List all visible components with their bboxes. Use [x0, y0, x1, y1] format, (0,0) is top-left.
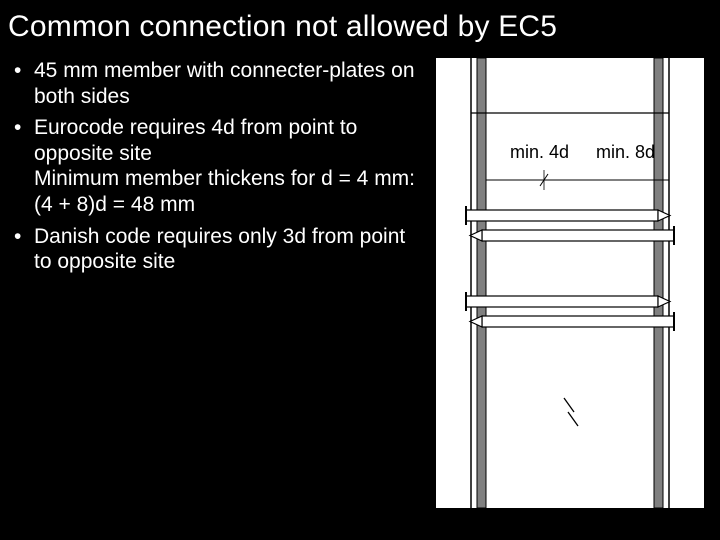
- bullet-list: 45 mm member with connecter-plates on bo…: [8, 58, 418, 508]
- dim-label-4d: min. 4d: [510, 142, 569, 162]
- slide: Common connection not allowed by EC5 45 …: [0, 0, 720, 540]
- bullet-item: 45 mm member with connecter-plates on bo…: [8, 58, 418, 109]
- bullet-line: Eurocode requires 4d from point to oppos…: [34, 116, 357, 165]
- bullet-line: (4 + 8)d = 48 mm: [34, 193, 195, 216]
- bullet-item: Danish code requires only 3d from point …: [8, 224, 418, 275]
- slide-title: Common connection not allowed by EC5: [0, 0, 720, 58]
- diagram-container: min. 4d min. 8d: [418, 58, 712, 508]
- dim-label-8d: min. 8d: [596, 142, 655, 162]
- bullet-line: Minimum member thickens for d = 4 mm:: [34, 167, 415, 190]
- connection-diagram: min. 4d min. 8d: [436, 58, 704, 508]
- bullet-item: Eurocode requires 4d from point to oppos…: [8, 115, 418, 217]
- slide-body: 45 mm member with connecter-plates on bo…: [0, 58, 720, 508]
- bullet-line: 45 mm member with connecter-plates on bo…: [34, 59, 415, 108]
- bullet-line: Danish code requires only 3d from point …: [34, 225, 405, 274]
